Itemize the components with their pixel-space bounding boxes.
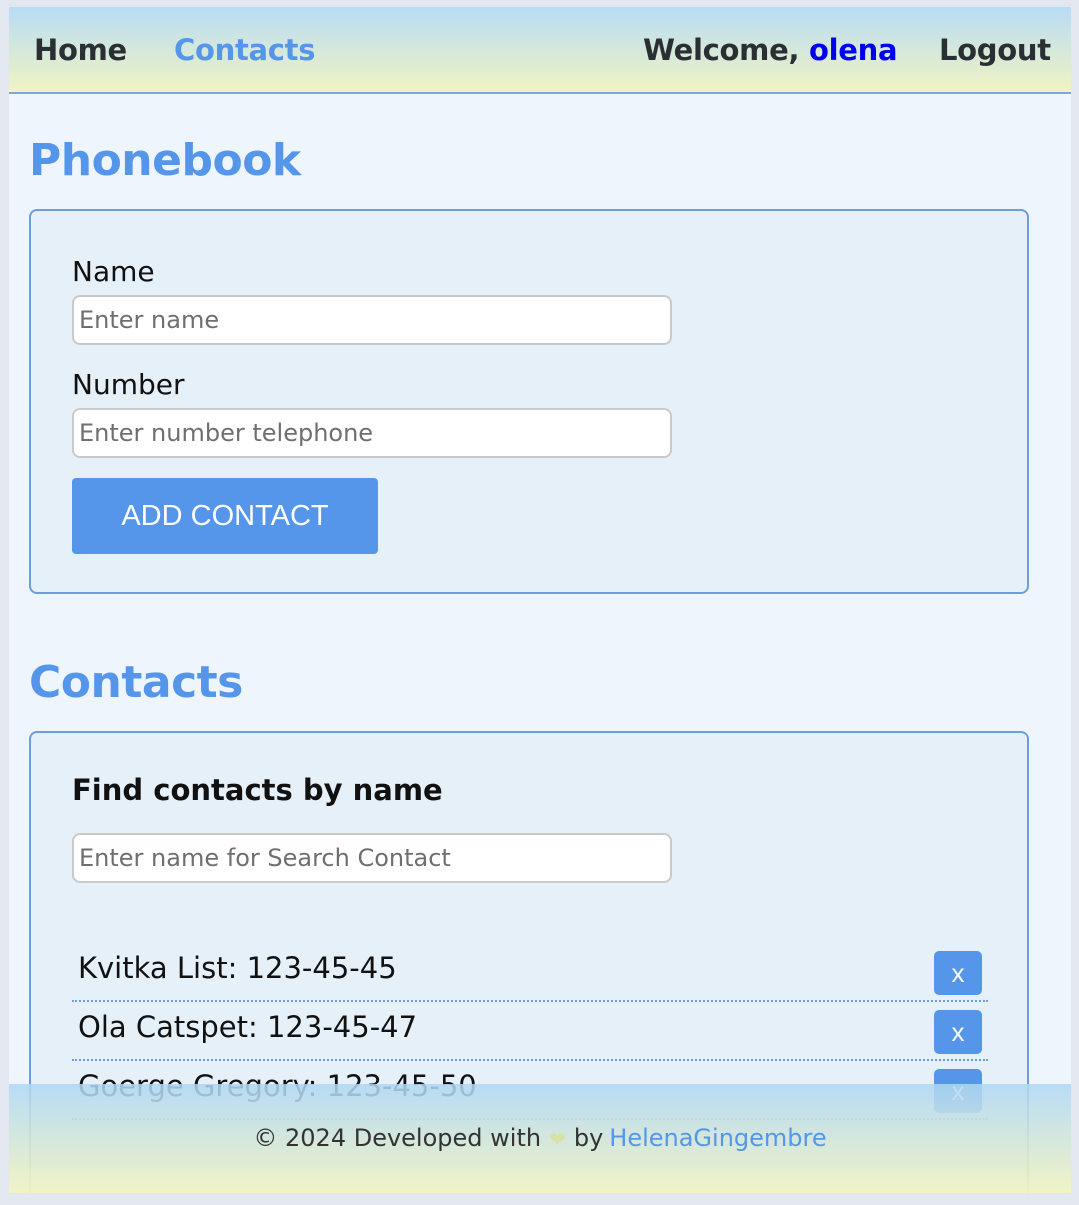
- logout-button[interactable]: Logout: [939, 33, 1051, 67]
- contact-text: Kvitka List: 123-45-45: [78, 951, 397, 985]
- heart-icon: ❤: [549, 1127, 566, 1151]
- add-contact-form: Name Number ADD CONTACT: [29, 209, 1029, 594]
- welcome-prefix: Welcome,: [643, 33, 809, 67]
- name-label: Name: [72, 255, 155, 288]
- search-contact-input[interactable]: [72, 833, 672, 883]
- find-contacts-title: Find contacts by name: [72, 773, 443, 807]
- footer-text: © 2024 Developed with ❤ by HelenaGingembre: [9, 1124, 1071, 1152]
- footer-copyright: © 2024 Developed with: [253, 1124, 542, 1152]
- name-input[interactable]: [72, 295, 672, 345]
- author-link[interactable]: HelenaGingembre: [609, 1124, 826, 1152]
- contact-text: Ola Catspet: 123-45-47: [78, 1010, 418, 1044]
- contact-item: Kvitka List: 123-45-45 x: [72, 943, 988, 1002]
- contact-item: Ola Catspet: 123-45-47 x: [72, 1002, 988, 1061]
- username: olena: [808, 33, 898, 67]
- footer-by: by: [573, 1124, 604, 1152]
- phonebook-title: Phonebook: [29, 135, 301, 186]
- nav-home-link[interactable]: Home: [34, 33, 127, 67]
- top-header: Home Contacts Welcome, olena Logout: [9, 7, 1071, 94]
- number-label: Number: [72, 368, 185, 401]
- page: Home Contacts Welcome, olena Logout Phon…: [9, 7, 1071, 1193]
- contacts-title: Contacts: [29, 657, 243, 708]
- welcome-message: Welcome, olena: [643, 33, 898, 67]
- delete-contact-button[interactable]: x: [934, 1010, 982, 1054]
- delete-contact-button[interactable]: x: [934, 951, 982, 995]
- page-footer: © 2024 Developed with ❤ by HelenaGingembre: [9, 1084, 1071, 1193]
- add-contact-button[interactable]: ADD CONTACT: [72, 478, 378, 554]
- number-input[interactable]: [72, 408, 672, 458]
- nav-contacts-link[interactable]: Contacts: [174, 33, 316, 67]
